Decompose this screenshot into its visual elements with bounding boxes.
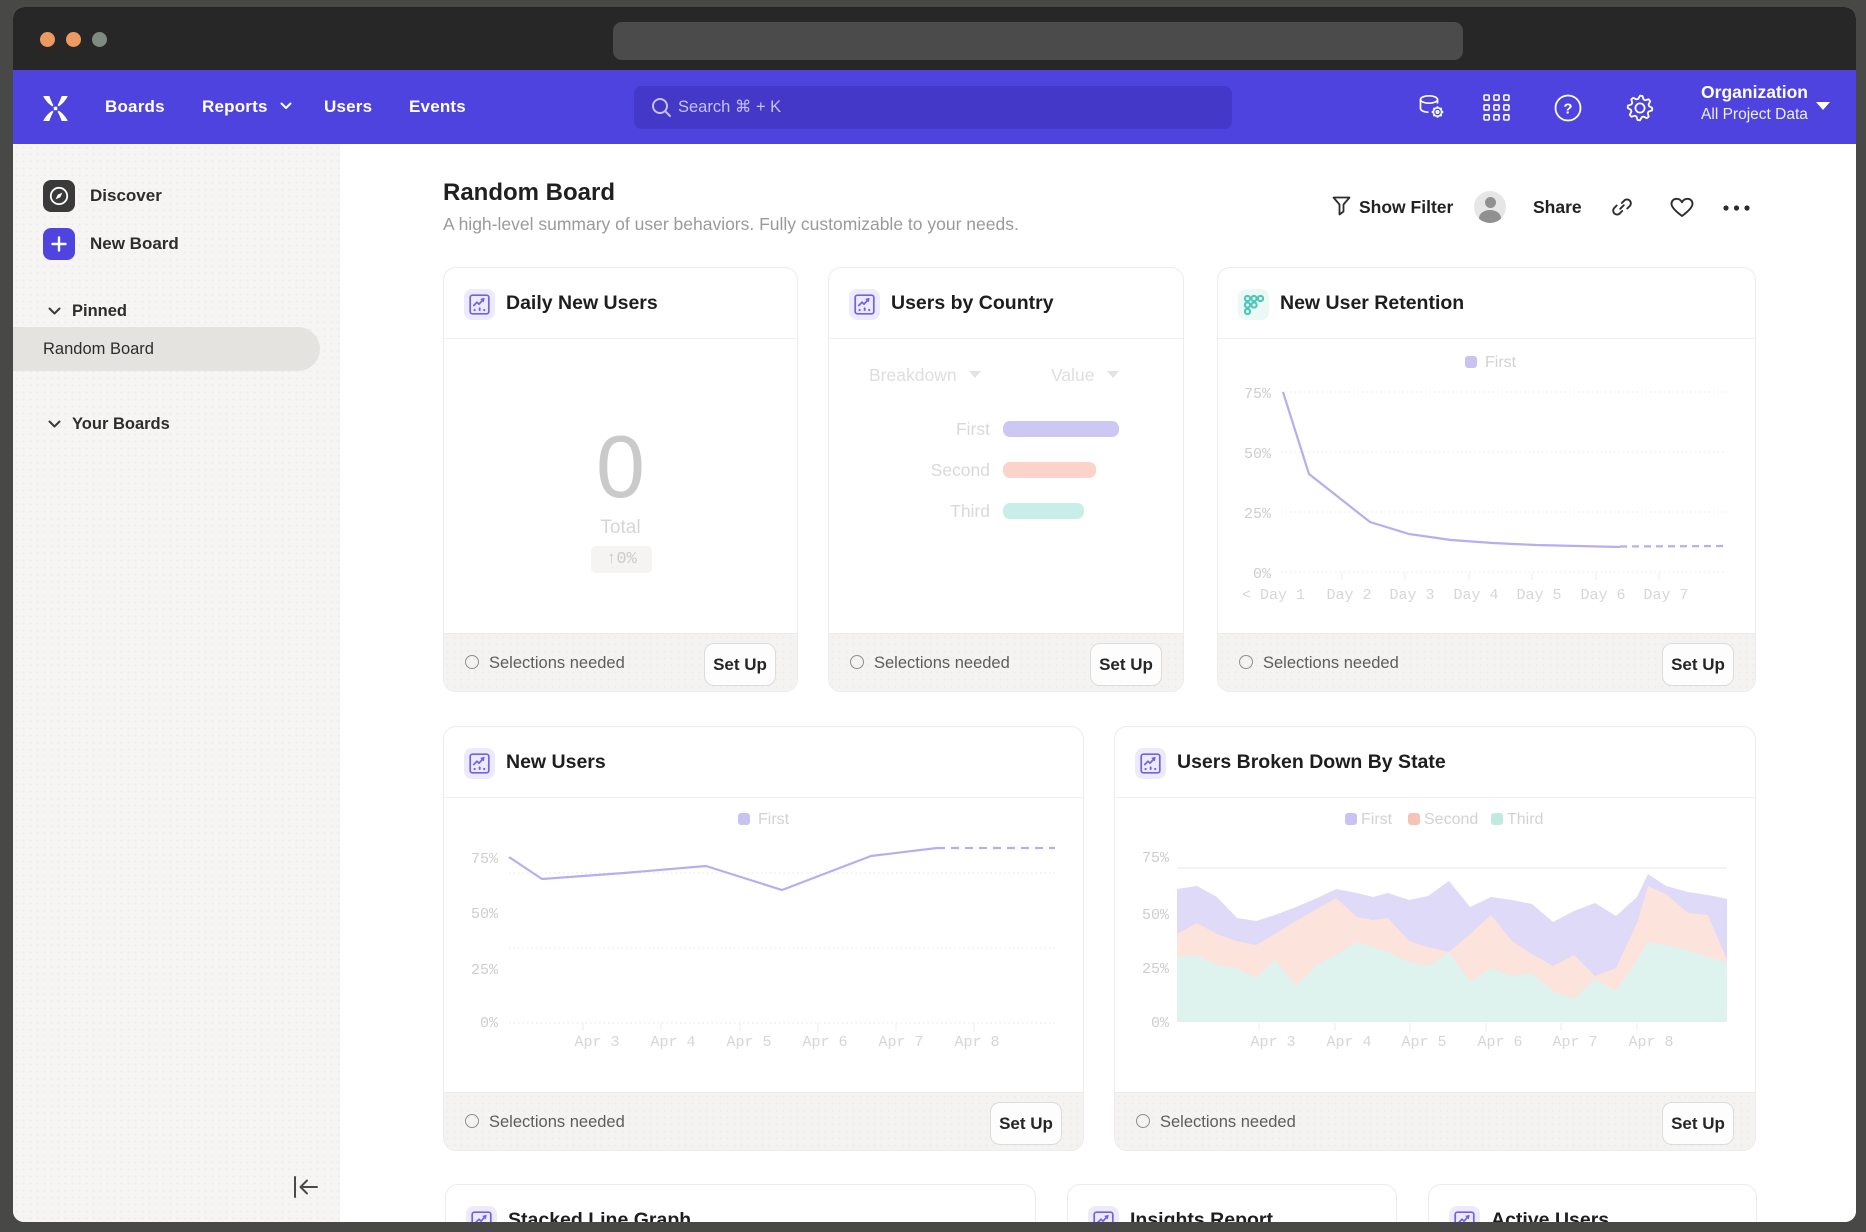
- svg-text:Apr 8: Apr 8: [954, 1034, 999, 1051]
- svg-text:Apr 8: Apr 8: [1628, 1034, 1673, 1051]
- svg-text:Day 6: Day 6: [1580, 587, 1625, 604]
- svg-text:25%: 25%: [1244, 506, 1272, 523]
- svg-text:Apr 6: Apr 6: [802, 1034, 847, 1051]
- svg-text:50%: 50%: [471, 906, 499, 923]
- svg-text:First: First: [758, 811, 790, 828]
- svg-text:Apr 5: Apr 5: [1401, 1034, 1446, 1051]
- svg-text:Day 3: Day 3: [1389, 587, 1434, 604]
- svg-text:?: ?: [1563, 101, 1572, 118]
- svg-text:Apr 6: Apr 6: [1477, 1034, 1522, 1051]
- svg-text:Day 5: Day 5: [1516, 587, 1561, 604]
- svg-text:Apr 3: Apr 3: [574, 1034, 619, 1051]
- svg-text:50%: 50%: [1142, 907, 1170, 924]
- svg-text:Day 7: Day 7: [1643, 587, 1688, 604]
- svg-text:25%: 25%: [471, 962, 499, 979]
- svg-text:Apr 5: Apr 5: [726, 1034, 771, 1051]
- svg-text:First: First: [1361, 811, 1393, 828]
- svg-text:0%: 0%: [480, 1015, 499, 1032]
- svg-text:25%: 25%: [1142, 961, 1170, 978]
- svg-text:50%: 50%: [1244, 446, 1272, 463]
- svg-text:< Day 1: < Day 1: [1242, 587, 1305, 604]
- svg-text:Day 4: Day 4: [1453, 587, 1498, 604]
- svg-text:Apr 4: Apr 4: [1326, 1034, 1371, 1051]
- svg-text:Apr 4: Apr 4: [650, 1034, 695, 1051]
- svg-text:Third: Third: [1507, 811, 1543, 828]
- svg-text:75%: 75%: [471, 851, 499, 868]
- svg-text:Second: Second: [1424, 811, 1478, 828]
- svg-text:0%: 0%: [1253, 566, 1272, 583]
- svg-text:Apr 3: Apr 3: [1250, 1034, 1295, 1051]
- svg-text:Day 2: Day 2: [1326, 587, 1371, 604]
- svg-text:75%: 75%: [1244, 386, 1272, 403]
- svg-text:Apr 7: Apr 7: [878, 1034, 923, 1051]
- svg-text:0%: 0%: [1151, 1015, 1170, 1032]
- svg-text:Apr 7: Apr 7: [1552, 1034, 1597, 1051]
- svg-text:First: First: [1485, 354, 1517, 371]
- svg-text:75%: 75%: [1142, 850, 1170, 867]
